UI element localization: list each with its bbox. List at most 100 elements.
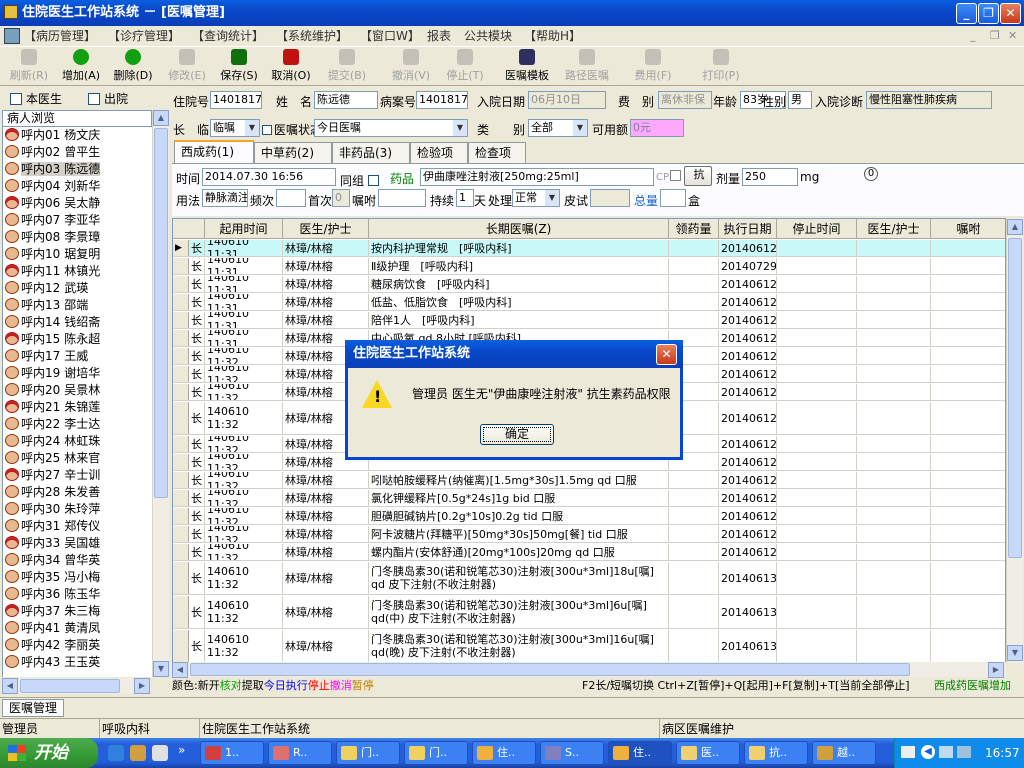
- taskbar-item[interactable]: 抗..: [744, 741, 808, 765]
- patient-item[interactable]: 呼内34 曾华英: [3, 552, 152, 569]
- group-checkbox[interactable]: [367, 175, 379, 186]
- minimize-button[interactable]: _: [956, 3, 977, 24]
- toolbar-button-3[interactable]: 修改(E): [160, 49, 214, 83]
- patient-item[interactable]: 呼内41 黄清凤: [3, 620, 152, 637]
- grid-column-header[interactable]: 医生/护士: [283, 219, 369, 239]
- patient-item[interactable]: 呼内25 林来官: [3, 450, 152, 467]
- quicklaunch-more-icon[interactable]: »: [178, 743, 185, 757]
- patient-item[interactable]: 呼内11 林镇光: [3, 263, 152, 280]
- grid-column-header[interactable]: 领药量: [669, 219, 719, 239]
- table-row[interactable]: ▶ 长 140610 11:31 林璋/林榕 按内科护理常规 [呼吸内科] 2014061…: [173, 240, 1005, 257]
- taskbar-item[interactable]: 医..: [676, 741, 740, 765]
- patient-item[interactable]: 呼内27 辛士训: [3, 467, 152, 484]
- toolbar-button-8[interactable]: 停止(T): [438, 49, 492, 83]
- patient-list-hscrollbar[interactable]: ◀ ▶: [2, 678, 150, 694]
- usage-field[interactable]: 静脉滴注: [202, 189, 248, 207]
- diagnosis-field[interactable]: 慢性阻塞性肺疾病: [866, 91, 992, 109]
- toolbar-button-10[interactable]: 路径医嘱: [560, 49, 614, 83]
- menu-record[interactable]: 【病历管理】: [24, 26, 96, 46]
- fee-type-field[interactable]: 离休非保: [658, 91, 712, 109]
- tray-arrow-icon[interactable]: ◀: [921, 745, 935, 759]
- tab-herbal-medicine[interactable]: 中草药(2): [254, 142, 332, 163]
- toolbar-button-1[interactable]: 增加(A): [54, 49, 108, 83]
- freq-field[interactable]: [276, 189, 306, 207]
- table-row[interactable]: 长 140610 11:32 林璋/林榕 螺内酯片(安体舒通)[20mg*100s]2…: [173, 544, 1005, 561]
- patient-item[interactable]: 呼内03 陈远德: [3, 161, 152, 178]
- toolbar-button-0[interactable]: 刷新(R): [2, 49, 56, 83]
- patient-item[interactable]: 呼内01 杨文庆: [3, 127, 152, 144]
- table-row[interactable]: 长 140610 11:31 林璋/林榕 低盐、低脂饮食 [呼吸内科] 20140612: [173, 294, 1005, 311]
- handle-select[interactable]: 正常: [512, 189, 560, 207]
- start-button[interactable]: 开始: [0, 738, 98, 768]
- patient-item[interactable]: 呼内37 朱三梅: [3, 603, 152, 620]
- close-button[interactable]: ✕: [1000, 3, 1021, 24]
- table-row[interactable]: 长 140610 11:32 林璋/林榕 门冬胰岛素30(诺和锐笔芯30)注射液[30…: [173, 630, 1005, 662]
- category-select[interactable]: 全部: [528, 119, 588, 137]
- patient-item[interactable]: 呼内08 李景璋: [3, 229, 152, 246]
- order-status-select[interactable]: 今日医嘱: [314, 119, 468, 137]
- patient-item[interactable]: 呼内10 琚复明: [3, 246, 152, 263]
- patient-item[interactable]: 呼内43 王玉英: [3, 654, 152, 671]
- sex-field[interactable]: 男: [788, 91, 812, 109]
- grid-column-header[interactable]: 执行日期: [719, 219, 777, 239]
- grid-column-header[interactable]: 停止时间: [777, 219, 857, 239]
- case-no-field[interactable]: 1401817: [416, 91, 468, 109]
- restore-button[interactable]: ❐: [978, 3, 999, 24]
- grid-column-header[interactable]: 嘱咐: [931, 219, 1005, 239]
- cp-checkbox[interactable]: [670, 170, 682, 181]
- admit-date-field[interactable]: 06月10日: [528, 91, 606, 109]
- table-row[interactable]: 长 140610 11:32 林璋/林榕 胆磺胆碱钠片[0.2g*10s]0.2g t…: [173, 508, 1005, 525]
- toolbar-button-5[interactable]: 取消(O): [264, 49, 318, 83]
- table-row[interactable]: 长 140610 11:32 林璋/林榕 吲哒帕胺缓释片(纳催离)[1.5mg*30s…: [173, 472, 1005, 489]
- patient-item[interactable]: 呼内02 曾平生: [3, 144, 152, 161]
- toolbar-button-9[interactable]: 医嘱模板: [500, 49, 554, 83]
- patient-item[interactable]: 呼内24 林虹珠: [3, 433, 152, 450]
- admission-no-field[interactable]: 1401817: [210, 91, 262, 109]
- tab-non-drug[interactable]: 非药品(3): [332, 142, 410, 163]
- table-row[interactable]: 长 140610 11:32 林璋/林榕 门冬胰岛素30(诺和锐笔芯30)注射液[30…: [173, 596, 1005, 629]
- patient-item[interactable]: 呼内42 李丽英: [3, 637, 152, 654]
- mdi-restore-icon[interactable]: ❐: [990, 26, 1000, 46]
- tab-western-medicine[interactable]: 西成药(1): [174, 140, 254, 164]
- duration-select[interactable]: 临嘱: [210, 119, 260, 137]
- taskbar-item[interactable]: 1..: [200, 741, 264, 765]
- patient-item[interactable]: 呼内36 陈玉华: [3, 586, 152, 603]
- first-field[interactable]: 0: [332, 189, 350, 207]
- ie-icon[interactable]: [108, 745, 124, 761]
- menu-help[interactable]: 【帮助H】: [524, 26, 581, 46]
- patient-item[interactable]: 呼内13 邵端: [3, 297, 152, 314]
- patient-item[interactable]: 呼内15 陈永超: [3, 331, 152, 348]
- table-row[interactable]: 长 140610 11:32 林璋/林榕 门冬胰岛素30(诺和锐笔芯30)注射液[30…: [173, 562, 1005, 595]
- grid-scroll-down-icon[interactable]: ▼: [1007, 645, 1023, 661]
- toolbar-button-11[interactable]: 费用(F): [626, 49, 680, 83]
- network-icon[interactable]: [939, 746, 953, 758]
- patient-item[interactable]: 呼内06 吴太静: [3, 195, 152, 212]
- dose-field[interactable]: 250: [742, 168, 798, 186]
- scroll-right-icon[interactable]: ▶: [134, 678, 150, 694]
- toolbar-button-7[interactable]: 撤消(V): [384, 49, 438, 83]
- total-field[interactable]: [660, 189, 686, 207]
- taskbar-item[interactable]: R..: [268, 741, 332, 765]
- dialog-ok-button[interactable]: 确定: [480, 424, 554, 445]
- patient-item[interactable]: 呼内04 刘新华: [3, 178, 152, 195]
- menu-query[interactable]: 【查询统计】: [192, 26, 264, 46]
- tab-exams[interactable]: 检查项目: [468, 142, 526, 180]
- time-field[interactable]: 2014.07.30 16:56: [202, 168, 336, 186]
- grid-column-header[interactable]: 长期医嘱(Z): [369, 219, 669, 239]
- mdi-close-icon[interactable]: ✕: [1008, 26, 1017, 46]
- scroll-up-icon[interactable]: ▲: [153, 110, 169, 126]
- taskbar-item[interactable]: 越..: [812, 741, 876, 765]
- discharged-checkbox[interactable]: 出院: [88, 90, 128, 107]
- skin-test-field[interactable]: [590, 189, 630, 207]
- taskbar-item[interactable]: S..: [540, 741, 604, 765]
- hscroll-thumb[interactable]: [20, 679, 120, 693]
- order-status-checkbox[interactable]: [262, 125, 272, 135]
- menu-report[interactable]: 报表: [427, 26, 451, 46]
- patient-item[interactable]: 呼内30 朱玲萍: [3, 501, 152, 518]
- dialog-close-button[interactable]: ✕: [656, 344, 677, 365]
- menu-public[interactable]: 公共模块: [464, 26, 512, 46]
- table-row[interactable]: 长 140610 11:31 林璋/林榕 陪伴1人 [呼吸内科] 20140612: [173, 312, 1005, 329]
- toolbar-button-2[interactable]: 删除(D): [106, 49, 160, 83]
- keyboard-icon[interactable]: [901, 746, 915, 758]
- menu-system[interactable]: 【系统维护】: [276, 26, 348, 46]
